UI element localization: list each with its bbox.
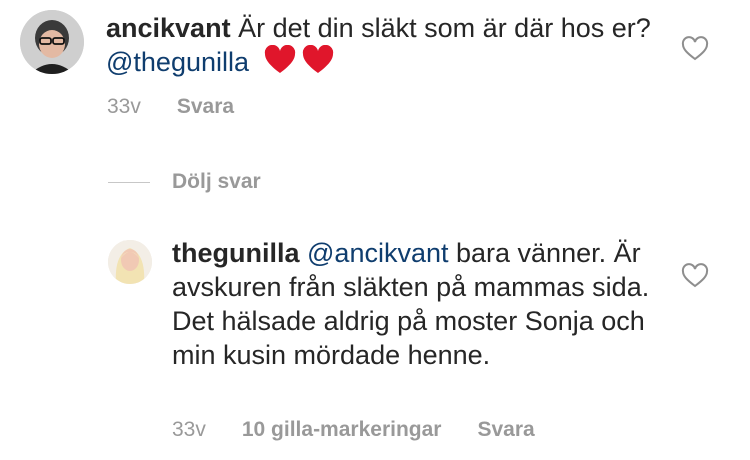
heart-emoji — [263, 44, 335, 83]
hide-replies-label[interactable]: Dölj svar — [172, 170, 261, 194]
heart-outline-icon[interactable] — [681, 36, 709, 62]
comment-mention[interactable]: @ancikvant — [307, 238, 448, 268]
likes-count[interactable]: 10 gilla-markeringar — [242, 418, 442, 442]
comment-username[interactable]: ancikvant — [106, 13, 231, 43]
heart-outline-icon[interactable] — [681, 263, 709, 289]
comment-username[interactable]: thegunilla — [172, 238, 300, 268]
heart-icon — [264, 44, 333, 73]
comment-body: ancikvant Är det din släkt som är där ho… — [106, 11, 666, 83]
comment-text: Är det din släkt som är där hos er? — [238, 13, 651, 43]
reply-button[interactable]: Svara — [477, 418, 534, 442]
comment-time[interactable]: 33v — [172, 418, 206, 442]
comment-time[interactable]: 33v — [107, 95, 141, 119]
comment-meta: 33v Svara — [107, 95, 234, 119]
avatar[interactable] — [20, 10, 84, 74]
comment-mention[interactable]: @thegunilla — [106, 47, 249, 77]
hide-replies-toggle[interactable]: Dölj svar — [108, 170, 261, 194]
avatar[interactable] — [108, 240, 152, 284]
comment-meta: 33v 10 gilla-markeringar Svara — [172, 418, 535, 442]
comment-body: thegunilla @ancikvant bara vänner. Är av… — [172, 236, 672, 372]
divider-line — [108, 181, 150, 183]
reply-button[interactable]: Svara — [177, 95, 234, 119]
